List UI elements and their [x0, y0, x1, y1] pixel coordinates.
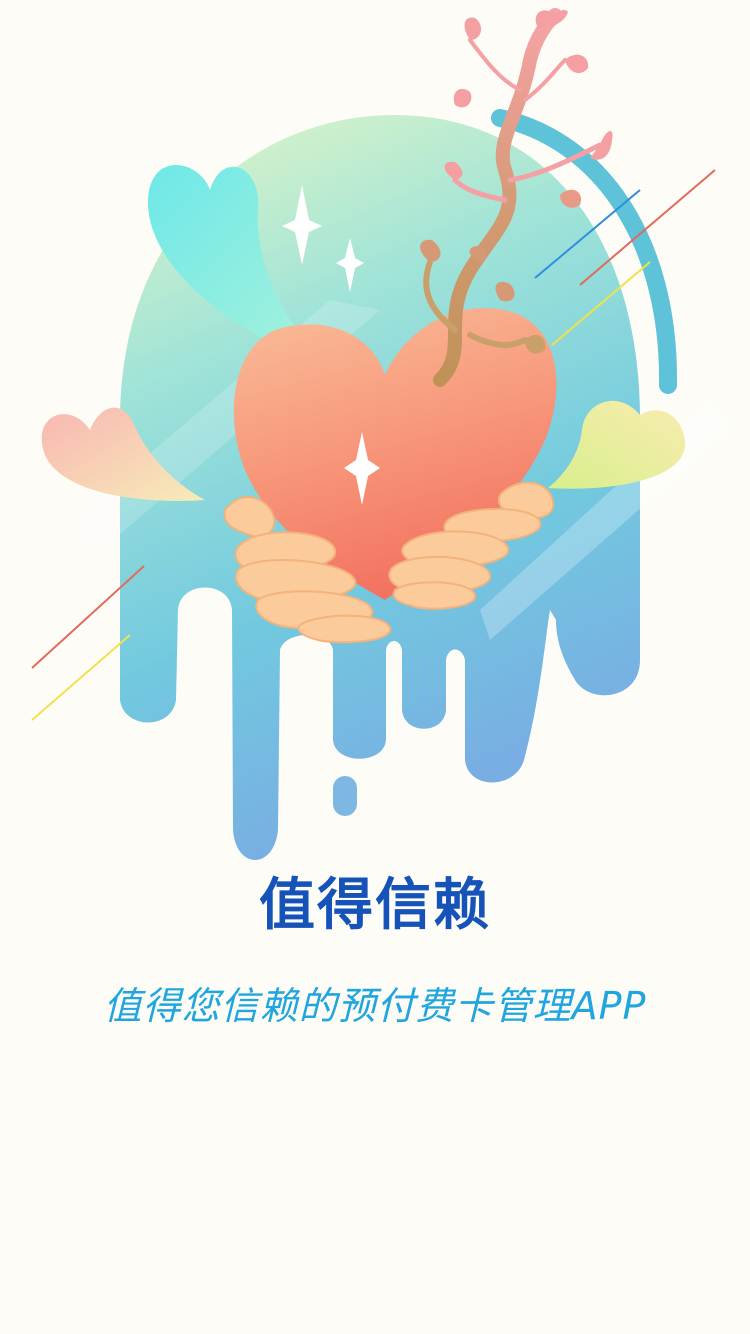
sprout-branch	[468, 38, 522, 92]
deco-line-yellow	[31, 634, 131, 721]
splash-headline: 值得信赖	[259, 873, 491, 938]
splash-subtitle: 值得您信赖的预付费卡管理APP	[103, 984, 647, 1028]
splash-screen: 值得信赖 值得您信赖的预付费卡管理APP	[0, 0, 750, 1334]
drip-dot	[333, 776, 357, 816]
heart-in-hands-illustration	[31, 8, 730, 860]
